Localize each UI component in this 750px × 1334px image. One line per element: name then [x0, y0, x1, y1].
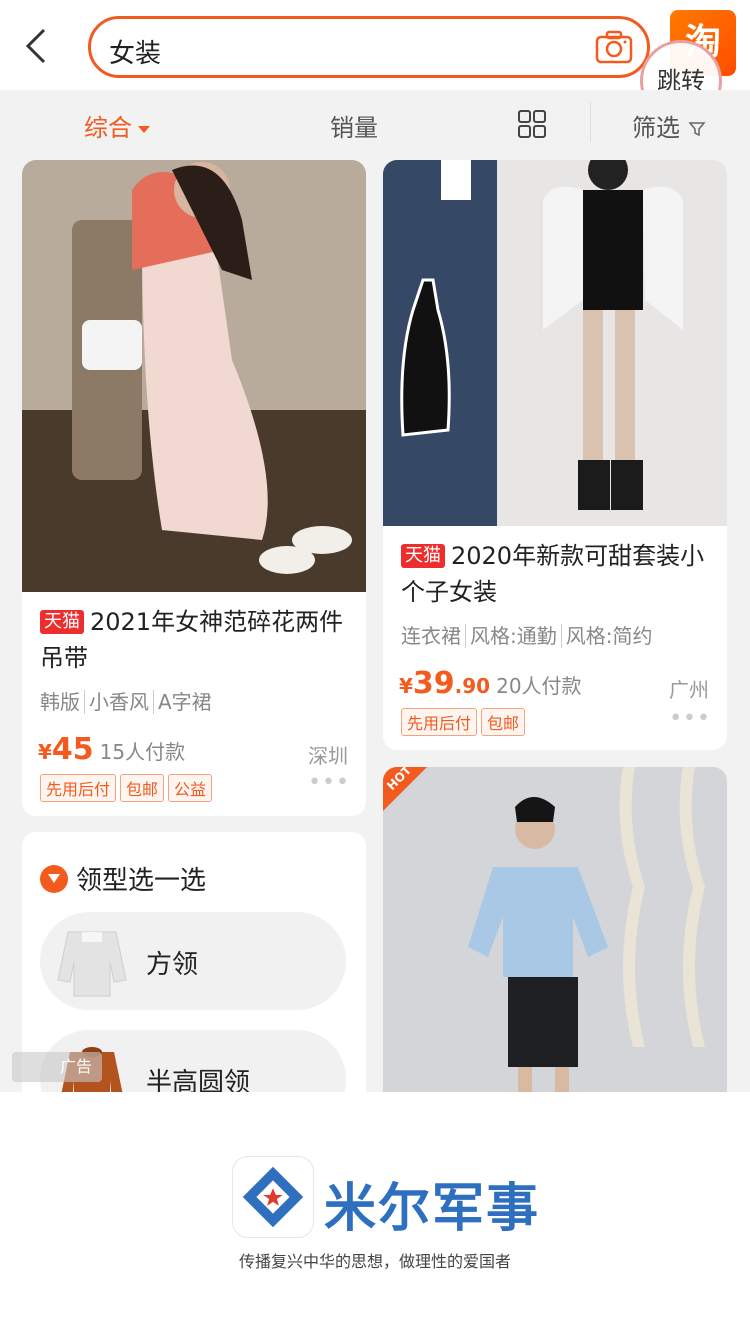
product-tags: 韩版 小香风 A字裙 — [40, 686, 212, 715]
product-title-text: 2021年女神范碎花两件吊带 — [40, 608, 344, 672]
product-card[interactable]: 天猫 2021年女神范碎花两件吊带 韩版 小香风 A字裙 ¥45 15人付款 深圳 先用… — [22, 160, 366, 816]
sort-divider — [590, 102, 591, 142]
product-title[interactable]: 天猫 2020年新款可甜套装小个子女装 — [401, 538, 713, 610]
tmall-badge: 天猫 — [40, 610, 84, 634]
filter-label: 筛选 — [632, 114, 680, 142]
sort-bar: 综合 销量 筛选 — [0, 90, 750, 160]
product-tags: 连衣裙 风格:通勤 风格:简约 — [401, 620, 653, 649]
product-city: 深圳 — [308, 744, 348, 768]
product-city: 广州 — [669, 678, 709, 702]
service-badge: 包邮 — [120, 774, 165, 802]
dropdown-caret-icon — [138, 125, 150, 133]
footer-watermark: 米尔军事 传播复兴中华的思想，做理性的爱国者 — [0, 1092, 750, 1334]
brand-slogan: 传播复兴中华的思想，做理性的爱国者 — [238, 1252, 511, 1271]
product-card[interactable]: HOT — [383, 767, 727, 1112]
product-card[interactable]: 天猫 2020年新款可甜套装小个子女装 连衣裙 风格:通勤 风格:简约 ¥39.90 2… — [383, 160, 727, 750]
price-integer: 39 — [412, 666, 455, 701]
ad-label: 广告 — [12, 1052, 102, 1082]
price-decimal: .90 — [454, 674, 491, 698]
product-image[interactable] — [22, 160, 366, 592]
tmall-badge: 天猫 — [401, 544, 445, 568]
brand-name: 米尔军事 — [324, 1179, 541, 1239]
sort-comprehensive-label: 综合 — [84, 114, 132, 142]
product-price: ¥45 15人付款 — [38, 732, 185, 767]
service-badge: 先用后付 — [40, 774, 117, 802]
camera-icon[interactable] — [595, 30, 633, 64]
service-badge: 先用后付 — [401, 708, 478, 736]
filter-icon — [688, 122, 706, 137]
sold-count: 15人付款 — [99, 740, 186, 764]
neckline-title: 领型选一选 — [40, 860, 206, 897]
product-tag: 小香风 — [84, 690, 149, 714]
neckline-option-square[interactable]: 方领 — [40, 912, 346, 1010]
price-integer: 45 — [51, 732, 94, 767]
product-tag: 韩版 — [40, 690, 80, 714]
product-image[interactable] — [383, 767, 727, 1112]
sort-sales[interactable]: 销量 — [330, 108, 378, 143]
neckline-title-text: 领型选一选 — [76, 866, 207, 896]
service-badges: 先用后付 包邮 公益 — [40, 774, 216, 802]
product-tag: 连衣裙 — [401, 624, 461, 648]
sort-filter[interactable]: 筛选 — [632, 108, 706, 143]
service-badge: 包邮 — [481, 708, 526, 736]
service-badges: 先用后付 包邮 — [401, 708, 529, 736]
top-bar: 女装 淘 — [0, 0, 750, 90]
square-neck-thumbnail — [57, 931, 127, 997]
price-symbol: ¥ — [399, 674, 413, 698]
more-options-icon[interactable]: ••• — [669, 706, 711, 731]
more-options-icon[interactable]: ••• — [308, 770, 350, 795]
product-tag: A字裙 — [153, 690, 212, 714]
sold-count: 20人付款 — [496, 674, 582, 698]
product-title[interactable]: 天猫 2021年女神范碎花两件吊带 — [40, 604, 352, 676]
sort-comprehensive[interactable]: 综合 — [84, 108, 150, 143]
price-symbol: ¥ — [38, 740, 52, 764]
neckline-option-label: 方领 — [146, 950, 199, 980]
search-box[interactable]: 女装 — [88, 16, 650, 78]
service-badge: 公益 — [168, 774, 213, 802]
product-price: ¥39.90 20人付款 — [399, 666, 582, 701]
grid-view-icon[interactable] — [518, 110, 546, 138]
funnel-icon — [40, 865, 68, 893]
product-title-text: 2020年新款可甜套装小个子女装 — [401, 542, 705, 606]
product-tag: 风格:简约 — [560, 624, 653, 648]
search-input[interactable]: 女装 — [109, 33, 161, 70]
product-tag: 风格:通勤 — [465, 624, 557, 648]
product-image[interactable] — [383, 160, 727, 526]
brand-logo-icon — [232, 1156, 314, 1238]
back-arrow-icon[interactable] — [20, 26, 54, 66]
